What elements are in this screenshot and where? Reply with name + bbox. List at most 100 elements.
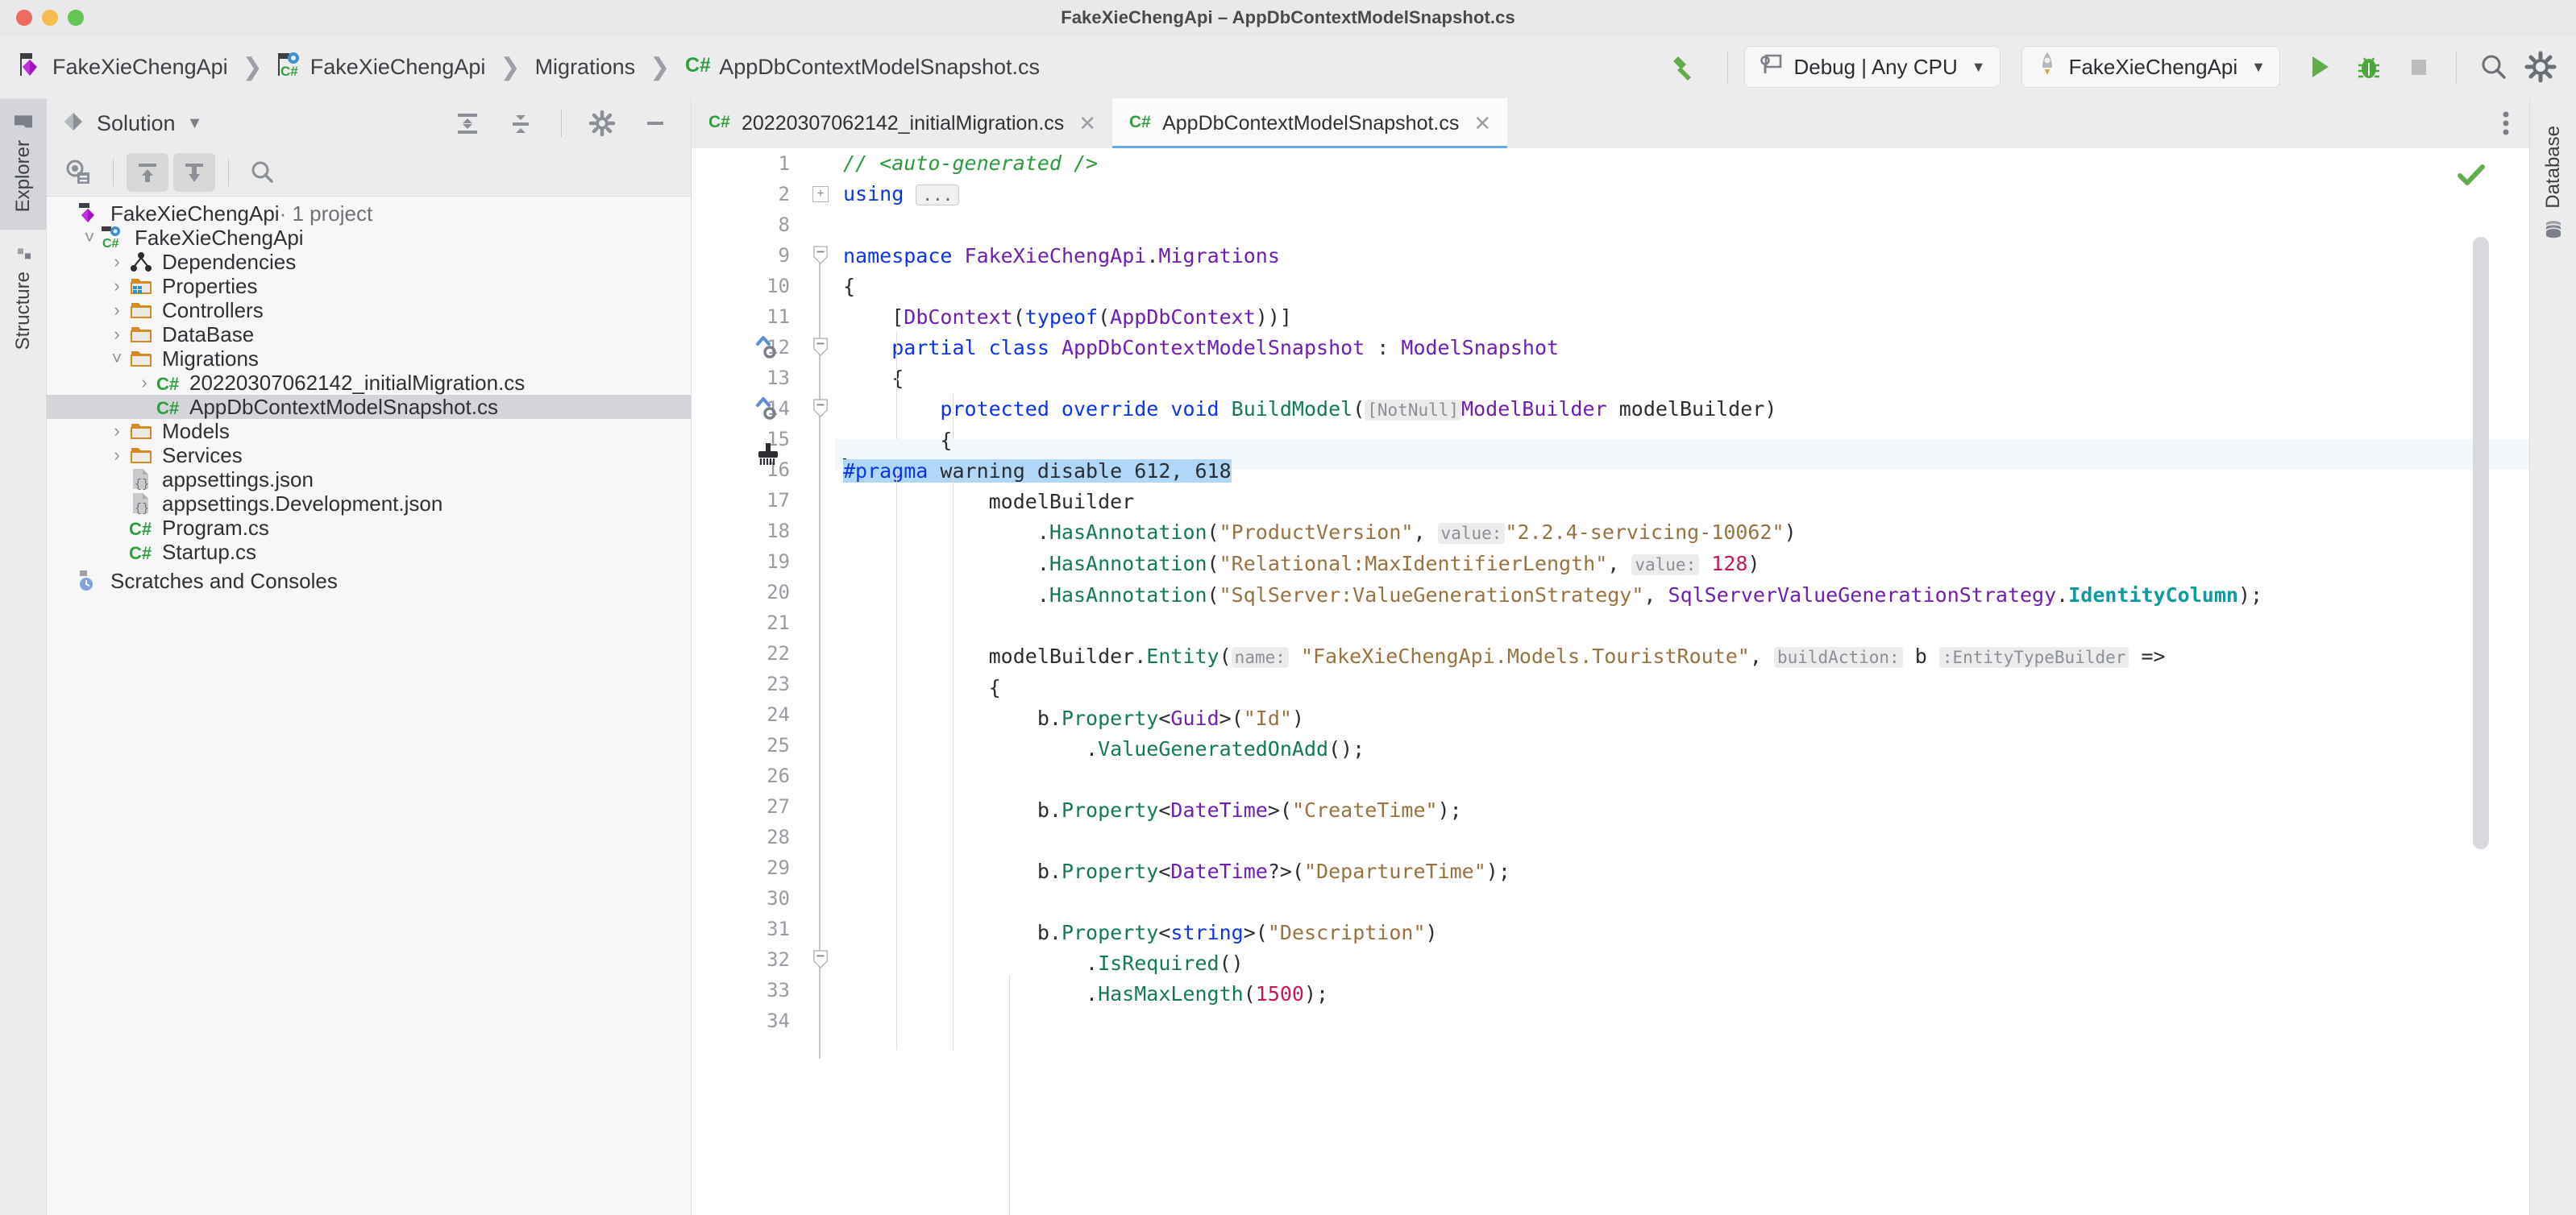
tree-row-startup-cs[interactable]: C# Startup.cs — [47, 540, 691, 564]
chevron-down-icon[interactable]: ▼ — [187, 114, 203, 133]
fold-collapse-icon-namespace[interactable] — [812, 245, 829, 266]
line-number: 20 — [767, 581, 790, 603]
code-text[interactable]: // <auto-generated /> using ... namespac… — [835, 148, 2529, 1215]
fold-expand-icon-line2[interactable]: + — [812, 186, 829, 202]
line-number: 10 — [767, 275, 790, 297]
structure-icon — [12, 244, 35, 262]
csharp-project-icon: C# — [277, 52, 301, 83]
line-number: 9 — [778, 244, 790, 267]
chevron-right-icon[interactable]: › — [106, 300, 127, 321]
gear-icon[interactable] — [2520, 46, 2561, 88]
source-code[interactable]: // <auto-generated /> using ... namespac… — [835, 148, 2529, 1010]
tree-label: Scratches and Consoles — [110, 569, 338, 593]
tree-row-scratches[interactable]: Scratches and Consoles — [47, 569, 691, 593]
csharp-file-icon: C# — [684, 52, 711, 82]
json-file-icon: {} — [127, 491, 155, 516]
solution-icon — [76, 201, 103, 226]
solution-tree[interactable]: FakeXieChengApi · 1 project ˅ C# FakeXie… — [47, 197, 691, 1215]
fold-collapse-icon-class[interactable] — [812, 337, 829, 358]
editor-tab-appdbcontext-snapshot[interactable]: C# AppDbContextModelSnapshot.cs ✕ — [1112, 98, 1508, 148]
tree-row-initial-migration[interactable]: › C# 20220307062142_initialMigration.cs — [47, 371, 691, 395]
indent-guide — [953, 393, 954, 439]
svg-text:C#: C# — [129, 519, 152, 539]
solution-icon — [61, 110, 85, 138]
code-area[interactable]: 1 2 8 9 10 11 12 13 14 15 16 17 18 19 20… — [692, 148, 2529, 1215]
debug-icon[interactable] — [2348, 46, 2390, 88]
chevron-right-icon[interactable]: › — [106, 421, 127, 442]
configuration-icon — [1759, 53, 1783, 81]
close-icon[interactable]: ✕ — [1473, 111, 1491, 136]
code-folding-gutter[interactable]: + — [804, 148, 835, 1215]
tree-label: 20220307062142_initialMigration.cs — [189, 371, 526, 395]
breadcrumb-label: FakeXieChengApi — [310, 54, 486, 79]
breadcrumb-separator: ❯ — [242, 53, 263, 81]
vertical-dots-icon[interactable] — [2483, 98, 2529, 148]
breadcrumb-item-solution[interactable]: FakeXieChengApi — [15, 50, 233, 85]
build-configuration-dropdown[interactable]: Debug | Any CPU ▼ — [1744, 46, 2001, 88]
editor-vertical-scrollbar[interactable] — [2473, 237, 2489, 849]
breadcrumb-item-file[interactable]: C# AppDbContextModelSnapshot.cs — [679, 51, 1045, 84]
collapse-all-icon[interactable] — [500, 104, 542, 143]
tree-row-models[interactable]: › Models — [47, 419, 691, 443]
tree-row-solution[interactable]: FakeXieChengApi · 1 project — [47, 201, 691, 226]
search-icon[interactable] — [242, 153, 284, 192]
scratches-icon — [76, 569, 103, 593]
tree-label: Controllers — [162, 298, 264, 322]
line-number: 30 — [767, 887, 790, 910]
line-number: 28 — [767, 826, 790, 848]
toolbar-divider — [1727, 51, 1729, 83]
csharp-file-icon: C# — [155, 371, 182, 394]
chevron-right-icon[interactable]: › — [106, 324, 127, 345]
build-configuration-label: Debug | Any CPU — [1793, 54, 1958, 79]
chevron-down-icon[interactable]: ˅ — [106, 348, 127, 369]
sidebar-tab-explorer[interactable]: Explorer — [0, 98, 47, 230]
hammer-icon[interactable] — [1663, 46, 1705, 88]
left-tool-strip: Explorer Structure — [0, 98, 47, 1215]
breadcrumb-item-folder[interactable]: Migrations — [530, 53, 641, 81]
chevron-right-icon[interactable]: › — [106, 276, 127, 296]
sidebar-tab-structure[interactable]: Structure — [0, 230, 47, 367]
search-icon[interactable] — [2473, 46, 2515, 88]
breadcrumb-item-project[interactable]: C# FakeXieChengApi — [272, 50, 491, 85]
expand-all-icon[interactable] — [447, 104, 488, 143]
chevron-right-icon[interactable]: › — [106, 445, 127, 466]
tree-row-program-cs[interactable]: C# Program.cs — [47, 516, 691, 540]
expand-all-tree-icon[interactable] — [127, 152, 168, 192]
tree-row-database[interactable]: › DataBase — [47, 322, 691, 346]
tree-row-appdbcontext-snapshot[interactable]: C# AppDbContextModelSnapshot.cs — [47, 395, 691, 419]
title-bar: FakeXieChengApi – AppDbContextModelSnaps… — [0, 0, 2576, 35]
fold-collapse-icon-lambda[interactable] — [812, 949, 829, 970]
tree-row-services[interactable]: › Services — [47, 443, 691, 467]
tree-row-properties[interactable]: › Properties — [47, 274, 691, 298]
minimize-icon[interactable] — [634, 104, 676, 143]
line-number: 8 — [778, 214, 790, 236]
run-configuration-dropdown[interactable]: FakeXieChengApi ▼ — [2021, 46, 2280, 88]
tree-row-project[interactable]: ˅ C# FakeXieChengApi — [47, 226, 691, 250]
fold-collapse-icon-method[interactable] — [812, 398, 829, 419]
tree-row-dependencies[interactable]: › Dependencies — [47, 250, 691, 274]
overriding-member-icon[interactable] — [754, 393, 787, 424]
solution-explorer-panel: Solution ▼ FakeXieChengApi · 1 project ˅… — [47, 98, 692, 1215]
sidebar-tab-database[interactable]: Database — [2530, 111, 2576, 246]
run-icon[interactable] — [2298, 46, 2340, 88]
locate-in-solution-icon[interactable] — [58, 153, 100, 192]
editor-tab-initial-migration[interactable]: C# 20220307062142_initialMigration.cs ✕ — [692, 98, 1112, 148]
collapse-all-tree-icon[interactable] — [173, 152, 215, 192]
brush-icon[interactable] — [754, 439, 782, 470]
implementing-member-icon[interactable] — [754, 332, 787, 363]
inspection-status-check-icon[interactable] — [2455, 160, 2487, 196]
tree-row-controllers[interactable]: › Controllers — [47, 298, 691, 322]
csharp-file-icon: C# — [127, 516, 155, 539]
toolbar-divider-2 — [2456, 51, 2457, 83]
tree-row-appsettings-json[interactable]: {} appsettings.json — [47, 467, 691, 491]
line-number: 31 — [767, 918, 790, 940]
chevron-right-icon[interactable]: › — [106, 251, 127, 272]
chevron-right-icon[interactable]: › — [134, 372, 155, 393]
close-icon[interactable]: ✕ — [1078, 111, 1096, 136]
tree-row-migrations[interactable]: ˅ Migrations — [47, 346, 691, 371]
stop-icon[interactable] — [2398, 46, 2440, 88]
gear-icon[interactable] — [581, 104, 623, 143]
chevron-down-icon[interactable]: ˅ — [79, 227, 100, 248]
tree-row-appsettings-dev-json[interactable]: {} appsettings.Development.json — [47, 491, 691, 516]
tree-suffix: · 1 project — [279, 201, 373, 226]
